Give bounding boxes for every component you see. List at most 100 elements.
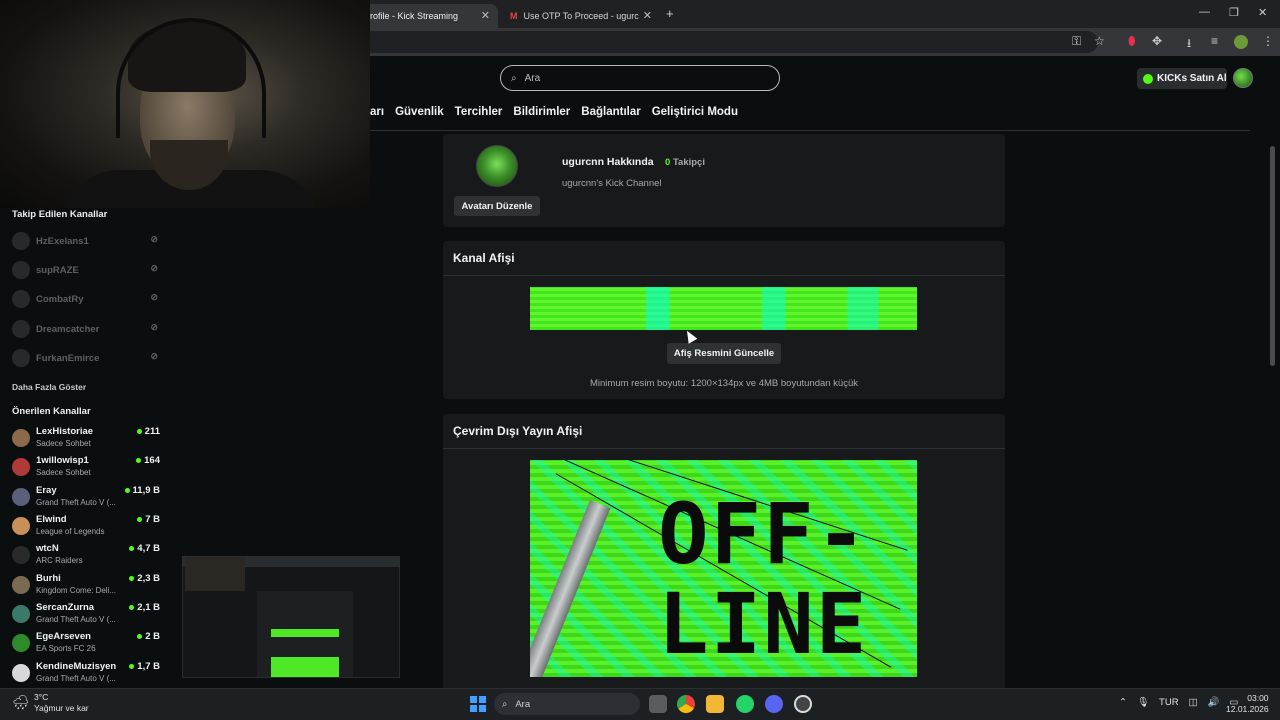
update-banner-button[interactable]: Afiş Resmini Güncelle [667, 343, 781, 364]
buy-kicks-label: KICKs Satın Al [1157, 73, 1227, 84]
network-icon[interactable]: ◫ [1189, 697, 1198, 708]
tab-connections[interactable]: Bağlantılar [581, 106, 640, 122]
tab-partial[interactable]: arı [370, 106, 384, 122]
show-more-link[interactable]: Daha Fazla Göster [12, 382, 86, 392]
recommended-channel-item[interactable]: Burhi Kingdom Come: Deli... 2,3 B [12, 572, 160, 600]
viewer-count-value: 211 [144, 426, 160, 437]
chrome-icon[interactable] [677, 695, 695, 713]
key-icon[interactable]: ⚿ [1072, 34, 1081, 49]
channel-category: Grand Theft Auto V (... [36, 615, 116, 624]
recommended-channel-item[interactable]: LexHistoriae Sadece Sohbet 211 [12, 425, 160, 453]
tab-developer-mode[interactable]: Geliştirici Modu [652, 106, 738, 122]
discord-icon[interactable] [765, 695, 783, 713]
follower-count: 0 Takipçi [665, 157, 705, 168]
viewer-count: 2,1 B [129, 602, 160, 613]
viewer-count: 2 B [137, 631, 160, 642]
channel-name: FurkanEmirce [36, 352, 100, 364]
viewer-count-value: 2,3 B [137, 573, 160, 584]
viewer-count: 1,7 B [129, 661, 160, 672]
close-tab-icon[interactable]: ✕ [481, 9, 490, 22]
banner-size-hint: Minimum resim boyutu: 1200×134px ve 4MB … [590, 378, 858, 389]
profile-avatar-icon[interactable] [1234, 35, 1248, 49]
preview-banner [271, 629, 339, 637]
tab-preferences[interactable]: Tercihler [455, 106, 503, 122]
taskbar-clock[interactable]: 03:00 12.01.2026 [1226, 693, 1269, 715]
restore-button[interactable]: ❐ [1229, 6, 1239, 19]
viewer-count-value: 1,7 B [137, 661, 160, 672]
recommended-channel-item[interactable]: KendineMuzisyen Grand Theft Auto V (... … [12, 660, 160, 688]
channel-avatar [12, 349, 30, 367]
channel-category: Grand Theft Auto V (... [36, 674, 116, 683]
channel-avatar [12, 458, 30, 476]
channel-category: EA Sports FC 26 [36, 644, 96, 653]
tab-kick-profile[interactable]: rofile - Kick Streaming ✕ [360, 4, 498, 28]
channel-category: Sadece Sohbet [36, 468, 91, 477]
channel-avatar [12, 232, 30, 250]
channel-category: League of Legends [36, 527, 105, 536]
followed-channel-item[interactable]: HzExelans1 ⊘ [12, 230, 162, 252]
windows-start-icon[interactable] [470, 696, 486, 712]
followed-channel-item[interactable]: CombatRy ⊘ [12, 288, 162, 310]
channel-category: Sadece Sohbet [36, 439, 91, 448]
file-explorer-icon[interactable] [706, 695, 724, 713]
whatsapp-icon[interactable] [736, 695, 754, 713]
card-divider [443, 275, 1005, 276]
close-window-button[interactable]: ✕ [1258, 6, 1267, 19]
channel-avatar [12, 634, 30, 652]
chevron-up-icon[interactable]: ⌃ [1119, 697, 1127, 708]
search-placeholder: Ara [524, 72, 541, 84]
live-dot-icon [136, 458, 142, 463]
recommended-channel-item[interactable]: SercanZurna Grand Theft Auto V (... 2,1 … [12, 601, 160, 629]
tab-security[interactable]: Güvenlik [395, 106, 444, 122]
bookmark-star-icon[interactable]: ☆ [1094, 34, 1105, 48]
channel-name: LexHistoriae [36, 426, 94, 437]
edit-avatar-button[interactable]: Avatarı Düzenle [454, 196, 540, 216]
channel-name: Eray [36, 485, 57, 496]
tab-gmail-otp[interactable]: M Use OTP To Proceed - ugurcan ✕ [500, 4, 660, 28]
channel-name: SercanZurna [36, 602, 95, 613]
download-icon[interactable]: ⭳ [1187, 34, 1191, 55]
live-dot-icon [137, 517, 143, 522]
nav-divider [370, 130, 1250, 131]
search-input[interactable]: ⌕ Ara [500, 65, 780, 91]
followed-channel-item[interactable]: FurkanEmirce ⊘ [12, 347, 162, 369]
extensions-puzzle-icon[interactable]: ✥ [1152, 34, 1162, 48]
obs-icon[interactable] [794, 695, 812, 713]
close-tab-icon[interactable]: ✕ [643, 9, 652, 22]
channel-avatar [12, 546, 30, 564]
tab-notifications[interactable]: Bildirimler [513, 106, 570, 122]
recommended-channels-title: Önerilen Kanallar [12, 406, 91, 417]
media-control-icon[interactable]: ≡ [1211, 34, 1218, 48]
language-indicator[interactable]: TUR [1159, 697, 1179, 708]
followed-channel-item[interactable]: supRAZE ⊘ [12, 259, 162, 281]
menu-kebab-icon[interactable]: ⋮ [1262, 34, 1274, 48]
viewer-count: 4,7 B [129, 543, 160, 554]
user-avatar[interactable] [1233, 68, 1253, 88]
system-tray: ⌃ 🎙 TUR ◫ 🔊 ▭ [1119, 697, 1238, 708]
weather-widget[interactable]: 3°C Yağmur ve kar [34, 692, 89, 714]
buy-kicks-button[interactable]: KICKs Satın Al [1137, 68, 1227, 89]
volume-icon[interactable]: 🔊 [1208, 697, 1220, 708]
recommended-channel-item[interactable]: 1willowisp1 Sadece Sohbet 164 [12, 454, 160, 482]
channel-avatar [12, 320, 30, 338]
channel-avatar [12, 261, 30, 279]
recommended-channel-item[interactable]: Elwind League of Legends 7 B [12, 513, 160, 541]
banner-title: Kanal Afişi [453, 251, 515, 265]
tab-label: Use OTP To Proceed - ugurcan [523, 11, 639, 21]
taskbar-search[interactable]: ⌕ Ara [494, 693, 640, 715]
live-dot-icon [129, 576, 135, 581]
recommended-channel-item[interactable]: Eray Grand Theft Auto V (... 11,9 B [12, 484, 160, 512]
new-tab-button[interactable]: + [666, 6, 674, 21]
recommended-channel-item[interactable]: wtcN ARC Raiders 4,7 B [12, 542, 160, 570]
follower-label: Takipçi [672, 157, 705, 168]
channel-avatar [12, 488, 30, 506]
minimize-button[interactable]: — [1199, 6, 1210, 18]
recommended-channel-item[interactable]: EgeArseven EA Sports FC 26 2 B [12, 630, 160, 658]
screen-share-preview [182, 556, 400, 678]
task-view-icon[interactable] [649, 695, 667, 713]
channel-name: supRAZE [36, 264, 79, 276]
extension-icon[interactable]: ⬮ [1128, 34, 1136, 49]
page-scrollbar[interactable] [1270, 146, 1275, 366]
microphone-icon[interactable]: 🎙 [1137, 697, 1149, 708]
followed-channel-item[interactable]: Dreamcatcher ⊘ [12, 318, 162, 340]
